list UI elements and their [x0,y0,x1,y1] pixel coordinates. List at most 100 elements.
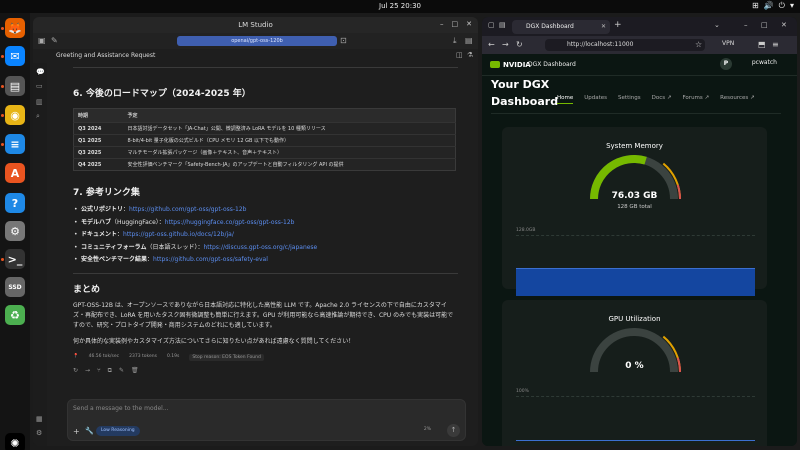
settings-icon[interactable]: ⚙ [36,429,42,437]
reload-icon[interactable]: ↻ [516,40,523,49]
dock-trash-icon[interactable]: ♻ [5,305,25,325]
dock-help-icon[interactable]: ? [5,193,25,213]
volume-icon[interactable]: 🔊 [764,1,774,11]
url-text: http://localhost:11000 [567,41,634,48]
chat-title[interactable]: Greeting and Assistance Request [56,52,155,59]
model-selector[interactable]: openai/gpt-oss-120b [177,36,337,46]
dock-settings-icon[interactable]: ⚙ [5,221,25,241]
edit-icon[interactable]: ✎ [119,367,124,375]
split-view-icon[interactable]: ◫ [456,51,463,59]
dock-app-center-icon[interactable]: A [5,163,25,183]
close-tab-icon[interactable]: ✕ [601,20,606,34]
link-url[interactable]: https://huggingface.co/gpt-oss/gpt-oss-1… [165,219,295,226]
nav-docs[interactable]: Docs ↗ [652,95,672,104]
dock-terminal-icon[interactable]: >_ [5,249,25,269]
maximize-icon[interactable]: □ [452,20,459,28]
wrench-icon[interactable]: 🔧 [85,427,94,435]
table-row: Q3 2024 日本語対話データセット「JA-Chat」公開、微調整済み LoRA… [73,122,456,135]
chevron-down-icon[interactable]: ▾ [790,1,794,11]
dock-thunderbird-icon[interactable]: ✉ [5,46,25,66]
lm-titlebar[interactable]: LM Studio – □ ✕ [33,17,478,33]
new-chat-icon[interactable]: ✎ [51,36,58,45]
menu-icon[interactable]: ≡ [772,40,779,49]
search-icon[interactable]: ⌕ [36,112,40,121]
delete-icon[interactable]: 🗑 [131,367,139,375]
chat-icon[interactable]: 💬 [36,68,45,76]
link-label: モデルハブ [81,218,112,226]
maximize-icon[interactable]: □ [761,21,768,29]
firefox-view-icon[interactable]: ▤ [499,21,506,29]
forward-icon[interactable]: → [502,40,509,49]
minimize-icon[interactable]: – [744,21,748,29]
panel-icon[interactable]: ▤ [465,36,473,45]
dock-ubuntu-apps-icon[interactable]: ✺ [5,433,25,450]
sidebar-toggle-icon[interactable]: ▣ [38,36,46,45]
close-icon[interactable]: ✕ [781,21,787,29]
regenerate-icon[interactable]: ↻ [73,367,78,375]
url-bar[interactable]: http://localhost:11000 [545,39,705,51]
link-sep: （HuggingFace）： [111,218,165,226]
divider [73,272,458,274]
folder-icon[interactable]: ▥ [36,98,43,106]
list-item: ドキュメント：https://gpt-oss.github.io/docs/12… [73,229,458,242]
link-url[interactable]: https://github.com/gpt-oss/gpt-oss-12b [129,206,246,213]
model-icon[interactable]: ▦ [36,415,43,423]
send-button[interactable]: ↑ [447,424,460,437]
message-input[interactable]: Send a message to the model... [73,405,169,412]
nav-home[interactable]: Home [557,95,574,104]
dock-rhythmbox-icon[interactable]: ◉ [5,105,25,125]
link-url[interactable]: https://discuss.gpt-oss.org/c/japanese [203,244,317,251]
system-tray[interactable]: ⊞ 🔊 ⏻ ▾ [752,1,794,11]
copy-icon[interactable]: ⧉ [108,367,112,375]
minimize-icon[interactable]: – [440,20,444,28]
terminal-icon[interactable]: ▭ [36,82,43,90]
dock-files-icon[interactable]: ▤ [5,76,25,96]
nav-bar: ← → ↻ http://localhost:11000 ☆ VPN ⬒ ≡ [482,36,797,54]
message-input-box[interactable]: Send a message to the model... + 🔧 Low R… [67,399,466,441]
link-url[interactable]: https://gpt-oss.github.io/docs/12b/ja/ [123,231,234,238]
new-tab-icon[interactable]: + [614,20,622,30]
download-icon[interactable]: ⤓ [453,36,457,46]
link-label: 公式リポジトリ [81,206,124,213]
tab-overview-icon[interactable]: ▢ [488,21,495,29]
network-icon[interactable]: ⊞ [752,1,759,11]
clock[interactable]: Jul 25 20:30 [0,2,800,10]
avatar[interactable]: P [720,58,732,70]
power-icon[interactable]: ⏻ [779,1,785,11]
bookmark-icon[interactable]: ☆ [695,40,702,49]
back-icon[interactable]: ← [488,40,495,49]
continue-icon[interactable]: → [85,367,90,375]
table-row: Q4 2025 安全性評価ベンチマーク「Safety-Bench-JA」のアップデ… [73,158,456,171]
close-icon[interactable]: ✕ [466,20,472,28]
chat-content: 6. 今後のロードマップ（2024-2025 年） 時期 予定 Q3 2024 日… [73,67,458,375]
dock-firefox-icon[interactable]: 🦊 [5,18,25,38]
dock-libreoffice-writer-icon[interactable]: ≡ [5,134,25,154]
link-label: ドキュメント [81,231,118,238]
nvidia-logo[interactable]: NVIDIA [490,61,531,69]
table-row: Q1 2025 8-bit/4-bit 量子化版の公式ビルド（CPU メモリ 12… [73,134,456,147]
tab-dgx-dashboard[interactable]: DGX Dashboard ✕ [512,20,610,34]
extensions-icon[interactable]: ⬒ [758,40,766,49]
table-cell: Q1 2025 [73,134,124,147]
nav-updates[interactable]: Updates [584,95,607,104]
lock-icon[interactable]: ⊡ [340,36,347,45]
system-top-bar: Jul 25 20:30 ⊞ 🔊 ⏻ ▾ [0,0,800,13]
chevron-down-icon[interactable]: ⌄ [714,21,720,29]
attach-icon[interactable]: + [73,427,80,436]
nav-forums[interactable]: Forums ↗ [682,95,709,104]
flask-icon[interactable]: ⚗ [467,51,473,59]
running-indicator [1,55,4,58]
brand-text: NVIDIA [503,61,531,69]
running-indicator [1,143,4,146]
link-url[interactable]: https://github.com/gpt-oss/safety-eval [153,256,268,263]
nav-settings[interactable]: Settings [618,95,641,104]
dock-disk-icon[interactable]: SSD [5,277,25,297]
reasoning-toggle[interactable]: Low Reasoning [96,426,140,436]
summary-heading: まとめ [73,284,101,295]
nav-resources[interactable]: Resources ↗ [720,95,754,104]
vpn-button[interactable]: VPN [722,40,734,47]
memory-usage-fill [516,268,755,296]
lm-studio-window: LM Studio – □ ✕ ▣ ✎ openai/gpt-oss-120b … [33,17,478,446]
branch-icon[interactable]: ⑂ [97,367,101,375]
user-name[interactable]: pcwatch [752,59,777,66]
